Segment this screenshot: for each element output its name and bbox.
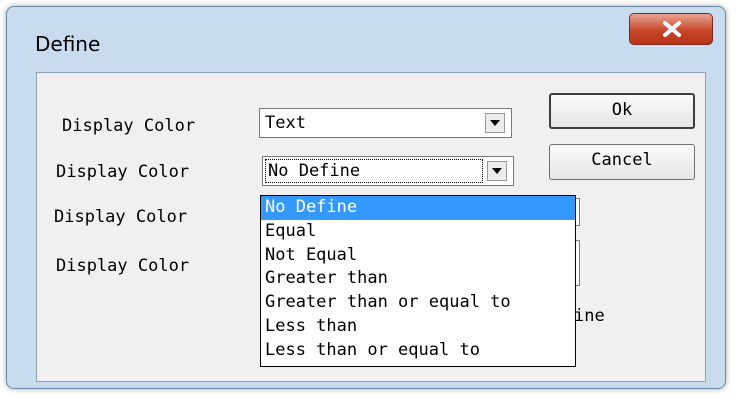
dropdown-option[interactable]: Greater than: [261, 267, 575, 291]
cancel-button[interactable]: Cancel: [549, 144, 695, 180]
close-button[interactable]: [629, 13, 713, 45]
dropdown-list: No Define Equal Not Equal Greater than Great…: [260, 195, 576, 367]
display-color-label-1: Display Color: [62, 116, 196, 136]
combo-dropdown-button-1[interactable]: [485, 113, 505, 133]
dropdown-option[interactable]: No Define: [261, 196, 575, 220]
dropdown-option[interactable]: Equal: [261, 220, 575, 244]
display-color-combo-2[interactable]: No Define: [262, 156, 514, 186]
dropdown-option[interactable]: Not Equal: [261, 244, 575, 268]
dropdown-option[interactable]: Less than or equal to: [261, 339, 575, 363]
title-bar: Define: [7, 7, 725, 67]
dropdown-option[interactable]: Greater than or equal to: [261, 291, 575, 315]
display-color-combo-1[interactable]: Text: [259, 108, 512, 138]
combo-value-2: No Define: [268, 161, 361, 181]
combo-value-1: Text: [265, 113, 306, 133]
display-color-label-3: Display Color: [54, 207, 188, 227]
dropdown-option[interactable]: Less than: [261, 315, 575, 339]
display-color-label-2: Display Color: [56, 162, 190, 182]
chevron-down-icon: [490, 120, 500, 126]
combo-dropdown-button-2[interactable]: [487, 161, 507, 181]
chevron-down-icon: [492, 168, 502, 174]
display-color-label-4: Display Color: [56, 256, 190, 276]
partial-option-text: ine: [574, 306, 605, 326]
window-title: Define: [35, 32, 101, 56]
close-icon: [663, 21, 681, 37]
ok-button[interactable]: Ok: [549, 93, 695, 129]
